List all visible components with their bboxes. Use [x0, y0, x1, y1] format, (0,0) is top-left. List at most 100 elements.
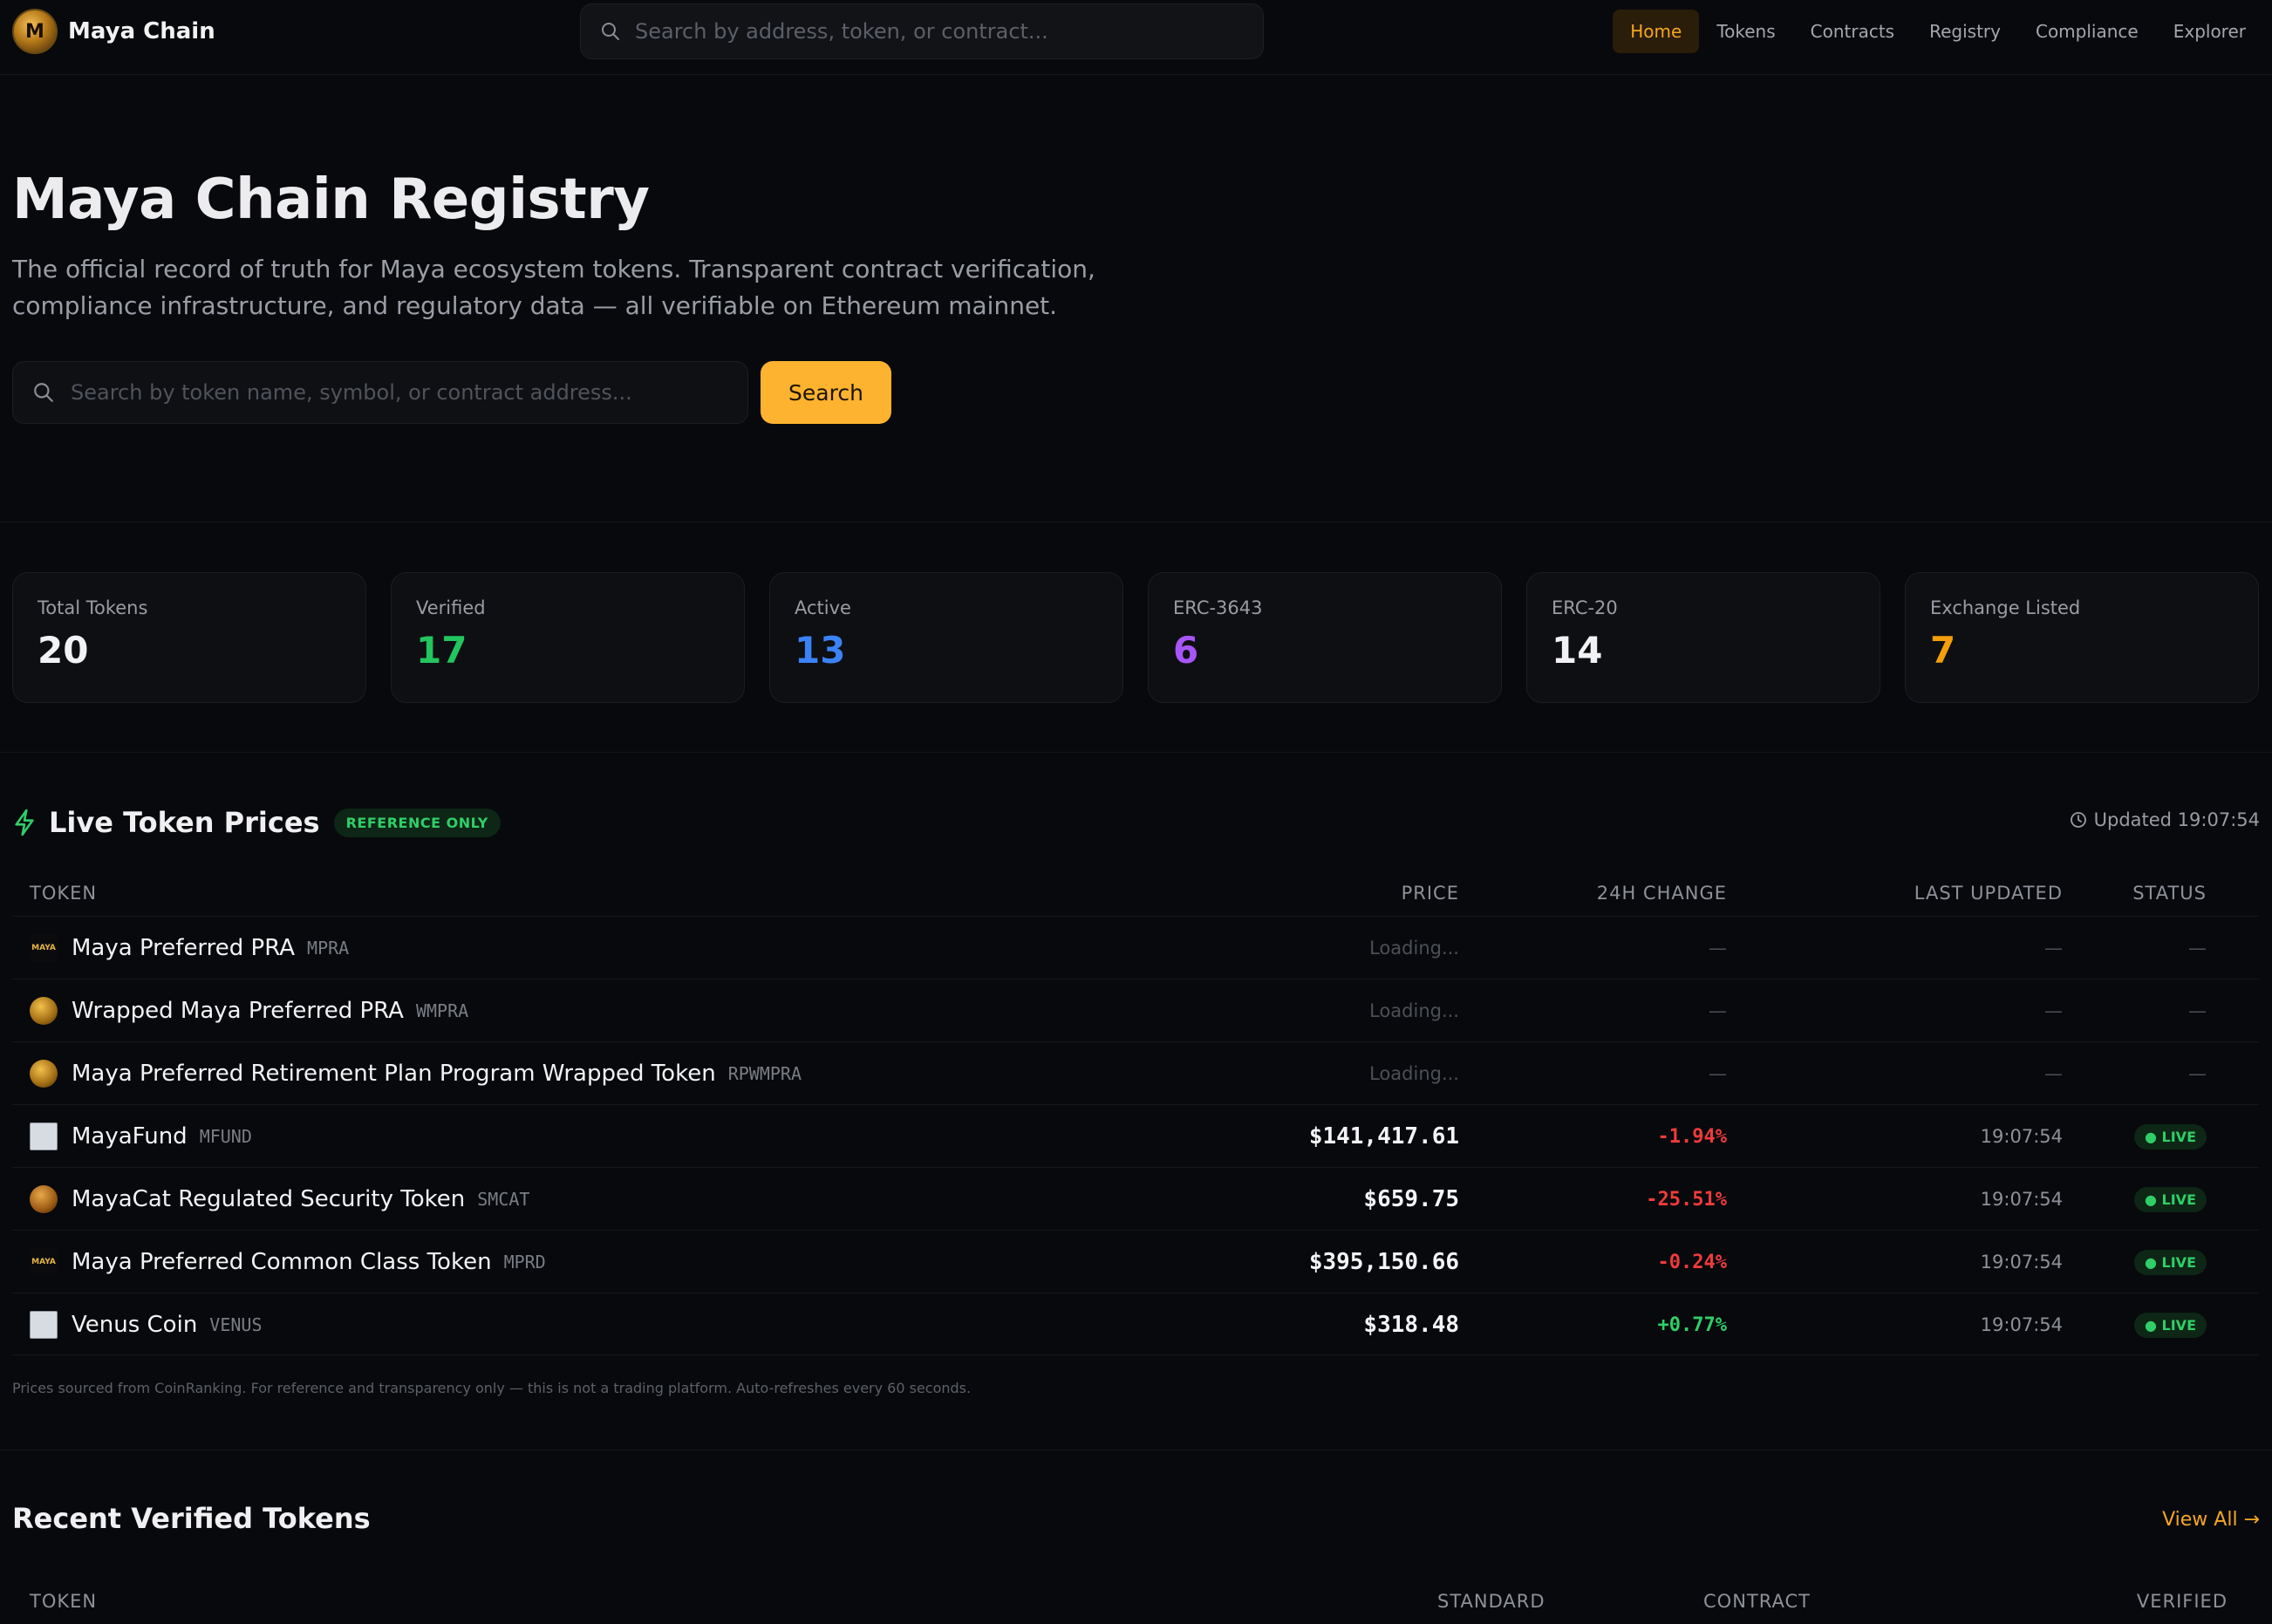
live-prices-title: Live Token Prices	[49, 806, 320, 839]
stat-label: Verified	[416, 597, 486, 618]
token-cell: MAYA Maya Preferred Common Class Token M…	[30, 1231, 546, 1293]
price-value: Loading...	[1369, 938, 1459, 959]
cat-coin-icon	[30, 1185, 58, 1213]
global-search-input[interactable]: Search by address, token, or contract...	[580, 3, 1264, 59]
stats-row: Total Tokens 20 Verified 17 Active 13 ER…	[12, 572, 2259, 703]
hero-description: The official record of truth for Maya ec…	[12, 255, 1095, 320]
change-value: -1.94%	[1657, 1125, 1727, 1148]
last-updated-value: 19:07:54	[1980, 1252, 2063, 1273]
token-symbol: VENUS	[209, 1314, 263, 1335]
price-value: $141,417.61	[1308, 1123, 1459, 1150]
price-value: $318.48	[1363, 1312, 1459, 1338]
col-token: TOKEN	[30, 1591, 98, 1612]
stat-value: 6	[1173, 629, 1199, 672]
search-icon	[602, 23, 619, 40]
maya-pra-icon: MAYA	[30, 1248, 58, 1276]
updated-text: Updated 19:07:54	[2093, 809, 2260, 830]
table-row[interactable]: MAYA Maya Preferred Common Class Token M…	[12, 1230, 2259, 1293]
nav-explorer[interactable]: Explorer	[2156, 10, 2263, 53]
token-name: Maya Preferred PRA	[72, 935, 296, 961]
stat-total-tokens: Total Tokens 20	[12, 572, 366, 703]
maya-pra-icon: MAYA	[30, 934, 58, 962]
change-value: -25.51%	[1646, 1188, 1727, 1211]
token-cell: Wrapped Maya Preferred PRA WMPRA	[30, 979, 468, 1042]
token-cell: Venus Coin VENUS	[30, 1293, 263, 1356]
token-name: MayaFund	[72, 1123, 188, 1150]
last-updated-value: —	[2044, 938, 2063, 959]
nav-tokens[interactable]: Tokens	[1699, 10, 1792, 53]
top-navbar: M Maya Chain Search by address, token, o…	[0, 0, 2272, 75]
prices-table: MAYA Maya Preferred PRA MPRA Loading... …	[12, 916, 2259, 1355]
token-symbol: RPWMPRA	[727, 1063, 802, 1084]
gold-coin-icon	[30, 997, 58, 1025]
token-name: Maya Preferred Retirement Plan Program W…	[72, 1061, 716, 1087]
stat-value: 14	[1552, 629, 1603, 672]
token-symbol: SMCAT	[477, 1189, 530, 1210]
last-updated-value: —	[2044, 1000, 2063, 1021]
token-symbol: MPRA	[307, 938, 350, 959]
col-price: PRICE	[1401, 883, 1459, 904]
token-cell: Maya Preferred Retirement Plan Program W…	[30, 1042, 802, 1105]
last-updated-value: 19:07:54	[1980, 1189, 2063, 1210]
change-value: -0.24%	[1657, 1251, 1727, 1273]
live-badge: ● LIVE	[2134, 1123, 2207, 1150]
col-24h-change: 24H CHANGE	[1596, 883, 1727, 904]
brand-name: Maya Chain	[68, 18, 215, 44]
stat-value: 7	[1930, 629, 1956, 672]
broken-image-icon	[30, 1311, 58, 1339]
col-contract: CONTRACT	[1703, 1591, 1811, 1612]
change-value: —	[1709, 1000, 1727, 1021]
stat-erc20: ERC-20 14	[1526, 572, 1880, 703]
price-value: $395,150.66	[1308, 1249, 1459, 1275]
nav-links: Home Tokens Contracts Registry Complianc…	[1613, 9, 2263, 54]
gold-coin-icon	[30, 1060, 58, 1088]
change-value: —	[1709, 938, 1727, 959]
stat-label: Active	[795, 597, 851, 618]
table-row[interactable]: Wrapped Maya Preferred PRA WMPRA Loading…	[12, 979, 2259, 1041]
live-badge: ● LIVE	[2134, 1249, 2207, 1275]
last-updated-value: 19:07:54	[1980, 1314, 2063, 1335]
view-all-link[interactable]: View All →	[2162, 1509, 2260, 1531]
price-value: Loading...	[1369, 1000, 1459, 1021]
live-badge: ● LIVE	[2134, 1312, 2207, 1338]
nav-home[interactable]: Home	[1613, 10, 1700, 53]
token-name: MayaCat Regulated Security Token	[72, 1186, 466, 1212]
table-row[interactable]: Venus Coin VENUS $318.48 +0.77% 19:07:54…	[12, 1293, 2259, 1355]
stat-exchange-listed: Exchange Listed 7	[1905, 572, 2259, 703]
table-row[interactable]: MayaFund MFUND $141,417.61 -1.94% 19:07:…	[12, 1104, 2259, 1167]
clock-icon	[2070, 812, 2086, 828]
nav-registry[interactable]: Registry	[1912, 10, 2018, 53]
table-row[interactable]: MayaCat Regulated Security Token SMCAT $…	[12, 1167, 2259, 1230]
table-row[interactable]: MAYA Maya Preferred PRA MPRA Loading... …	[12, 916, 2259, 979]
brand[interactable]: M Maya Chain	[12, 9, 215, 54]
stat-label: ERC-3643	[1173, 597, 1263, 618]
token-cell: MayaCat Regulated Security Token SMCAT	[30, 1168, 529, 1231]
updated-timestamp: Updated 19:07:54	[2070, 809, 2260, 830]
table-row[interactable]: Maya Preferred Retirement Plan Program W…	[12, 1041, 2259, 1104]
nav-contracts[interactable]: Contracts	[1793, 10, 1912, 53]
stat-label: Exchange Listed	[1930, 597, 2081, 618]
stat-active: Active 13	[769, 572, 1123, 703]
token-search-placeholder: Search by token name, symbol, or contrac…	[71, 380, 632, 405]
change-value: —	[1709, 1063, 1727, 1084]
search-button[interactable]: Search	[761, 361, 891, 424]
token-search-input[interactable]: Search by token name, symbol, or contrac…	[12, 361, 748, 424]
stat-value: 17	[416, 629, 467, 672]
col-token: TOKEN	[30, 883, 98, 904]
recent-verified-title: Recent Verified Tokens	[12, 1502, 371, 1535]
col-standard: STANDARD	[1437, 1591, 1545, 1612]
stat-label: ERC-20	[1552, 597, 1618, 618]
col-status: STATUS	[2132, 883, 2207, 904]
token-name: Maya Preferred Common Class Token	[72, 1249, 492, 1275]
nav-compliance[interactable]: Compliance	[2018, 10, 2156, 53]
section-divider	[0, 752, 2272, 753]
token-symbol: WMPRA	[415, 1000, 469, 1021]
status-value: —	[2188, 1063, 2207, 1084]
token-cell: MayaFund MFUND	[30, 1105, 252, 1168]
maya-chain-logo-icon: M	[12, 9, 58, 54]
stat-verified: Verified 17	[391, 572, 745, 703]
token-cell: MAYA Maya Preferred PRA MPRA	[30, 917, 349, 979]
price-value: Loading...	[1369, 1063, 1459, 1084]
prices-table-header: TOKEN PRICE 24H CHANGE LAST UPDATED STAT…	[12, 872, 2259, 916]
last-updated-value: 19:07:54	[1980, 1126, 2063, 1147]
